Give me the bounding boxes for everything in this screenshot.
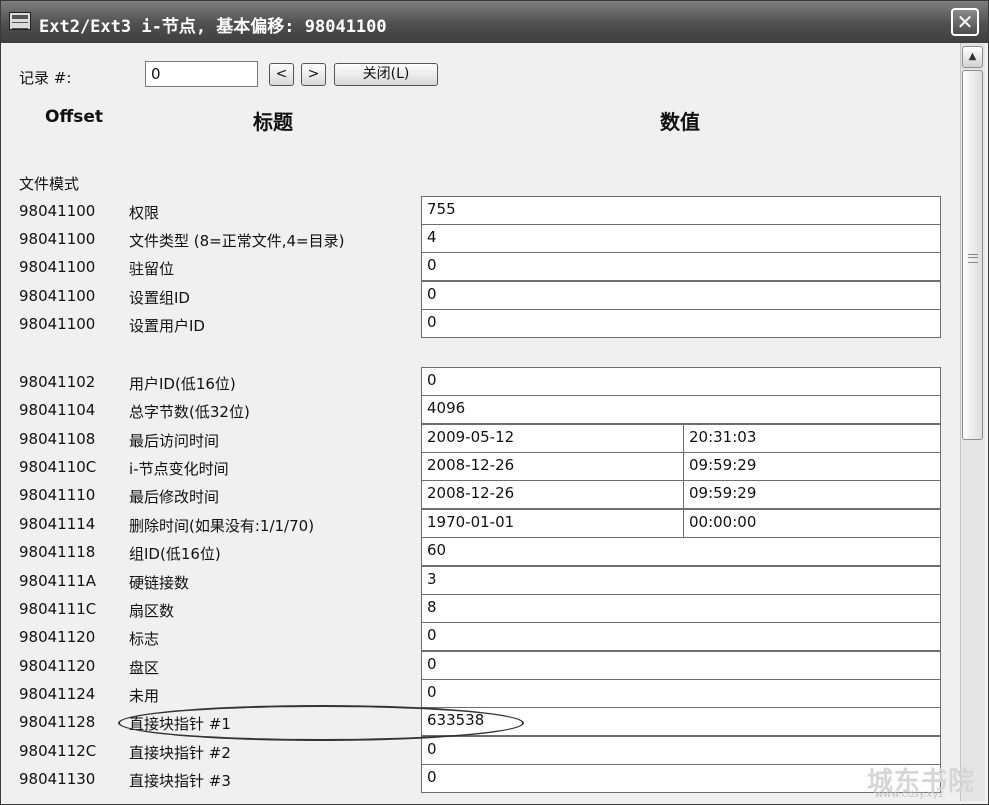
row-title: 盘区 <box>129 659 160 677</box>
row-title: 直接块指针 #1 <box>129 715 231 733</box>
row-offset: 98041102 <box>19 373 96 391</box>
row-title: 硬链接数 <box>129 574 190 592</box>
row-title: 驻留位 <box>129 260 175 278</box>
row-offset: 98041100 <box>19 315 96 333</box>
row-title: 直接块指针 #2 <box>129 744 231 762</box>
row-offset: 9804110C <box>19 458 97 476</box>
row-offset: 98041130 <box>19 770 96 788</box>
row-value-field[interactable]: 633538 <box>421 707 941 736</box>
row-offset: 98041100 <box>19 258 96 276</box>
disk-icon <box>9 12 31 30</box>
row-offset: 98041100 <box>19 202 96 220</box>
row-title: 文件类型 (8=正常文件,4=目录) <box>129 232 345 250</box>
row-offset: 98041108 <box>19 430 96 448</box>
row-time-field[interactable]: 09:59:29 <box>683 452 941 481</box>
value-header: 数值 <box>660 110 700 134</box>
row-value-field[interactable]: 0 <box>421 736 941 765</box>
row-offset: 98041100 <box>19 230 96 248</box>
row-title: 设置用户ID <box>129 317 205 335</box>
next-record-button[interactable]: > <box>301 63 326 86</box>
row-title: 删除时间(如果没有:1/1/70) <box>129 517 315 535</box>
offset-header: Offset <box>45 107 103 127</box>
row-value-field[interactable]: 2008-12-26 <box>421 480 684 509</box>
row-title: 设置组ID <box>129 289 190 307</box>
watermark-url: www.cdsy.xyz <box>875 789 944 800</box>
row-offset: 98041110 <box>19 486 96 504</box>
row-value-field[interactable]: 0 <box>421 367 941 396</box>
content-area: 记录 #: < > 关闭(L) Offset 标题 数值 文件模式 980411… <box>5 43 960 801</box>
row-value-field[interactable]: 0 <box>421 764 941 793</box>
row-title: i-节点变化时间 <box>129 460 229 478</box>
row-offset: 98041118 <box>19 543 96 561</box>
row-offset: 9804111A <box>19 572 97 590</box>
row-time-field[interactable]: 00:00:00 <box>683 509 941 538</box>
ext-inode-window: Ext2/Ext3 i-节点, 基本偏移: 98041100 ✕ 记录 #: <… <box>0 0 989 805</box>
close-dialog-button[interactable]: 关闭(L) <box>334 63 438 86</box>
row-value-field[interactable]: 2009-05-12 <box>421 424 684 453</box>
scroll-thumb[interactable] <box>962 70 983 440</box>
row-title: 组ID(低16位) <box>129 545 221 563</box>
row-value-field[interactable]: 0 <box>421 679 941 708</box>
row-time-field[interactable]: 09:59:29 <box>683 480 941 509</box>
row-value-field[interactable]: 755 <box>421 196 941 225</box>
row-title: 扇区数 <box>129 602 175 620</box>
row-offset: 98041114 <box>19 515 96 533</box>
row-offset: 98041100 <box>19 287 96 305</box>
row-value-field[interactable]: 60 <box>421 537 941 566</box>
row-offset: 9804111C <box>19 600 97 618</box>
row-value-field[interactable]: 0 <box>421 252 941 281</box>
record-input[interactable] <box>145 61 258 87</box>
row-value-field[interactable]: 1970-01-01 <box>421 509 684 538</box>
row-value-field[interactable]: 0 <box>421 309 941 338</box>
row-offset: 9804112C <box>19 742 97 760</box>
row-title: 最后访问时间 <box>129 432 220 450</box>
row-title: 总字节数(低32位) <box>129 403 250 421</box>
row-value-field[interactable]: 0 <box>421 651 941 680</box>
vertical-scrollbar[interactable]: ▲ <box>960 43 985 801</box>
scroll-up-arrow-icon[interactable]: ▲ <box>962 46 983 68</box>
prev-record-button[interactable]: < <box>269 63 294 86</box>
close-icon[interactable]: ✕ <box>951 8 979 36</box>
row-value-field[interactable]: 4 <box>421 224 941 253</box>
title-bar[interactable]: Ext2/Ext3 i-节点, 基本偏移: 98041100 ✕ <box>1 1 988 43</box>
grip-icon <box>968 254 978 263</box>
row-title: 用户ID(低16位) <box>129 375 236 393</box>
row-value-field[interactable]: 3 <box>421 566 941 595</box>
row-offset: 98041120 <box>19 628 96 646</box>
row-value-field[interactable]: 0 <box>421 622 941 651</box>
row-title: 标志 <box>129 630 160 648</box>
row-title: 直接块指针 #3 <box>129 772 231 790</box>
row-offset: 98041124 <box>19 685 96 703</box>
row-value-field[interactable]: 4096 <box>421 395 941 424</box>
row-time-field[interactable]: 20:31:03 <box>683 424 941 453</box>
row-offset: 98041120 <box>19 657 96 675</box>
row-value-field[interactable]: 8 <box>421 594 941 623</box>
row-title: 未用 <box>129 687 160 705</box>
window-title: Ext2/Ext3 i-节点, 基本偏移: 98041100 <box>39 17 387 37</box>
row-title: 最后修改时间 <box>129 488 220 506</box>
row-offset: 98041104 <box>19 401 96 419</box>
file-mode-section-label: 文件模式 <box>19 175 80 193</box>
row-value-field[interactable]: 2008-12-26 <box>421 452 684 481</box>
row-title: 权限 <box>129 204 160 222</box>
title-header: 标题 <box>253 110 293 134</box>
record-label: 记录 #: <box>19 69 72 87</box>
row-offset: 98041128 <box>19 713 96 731</box>
row-value-field[interactable]: 0 <box>421 281 941 310</box>
